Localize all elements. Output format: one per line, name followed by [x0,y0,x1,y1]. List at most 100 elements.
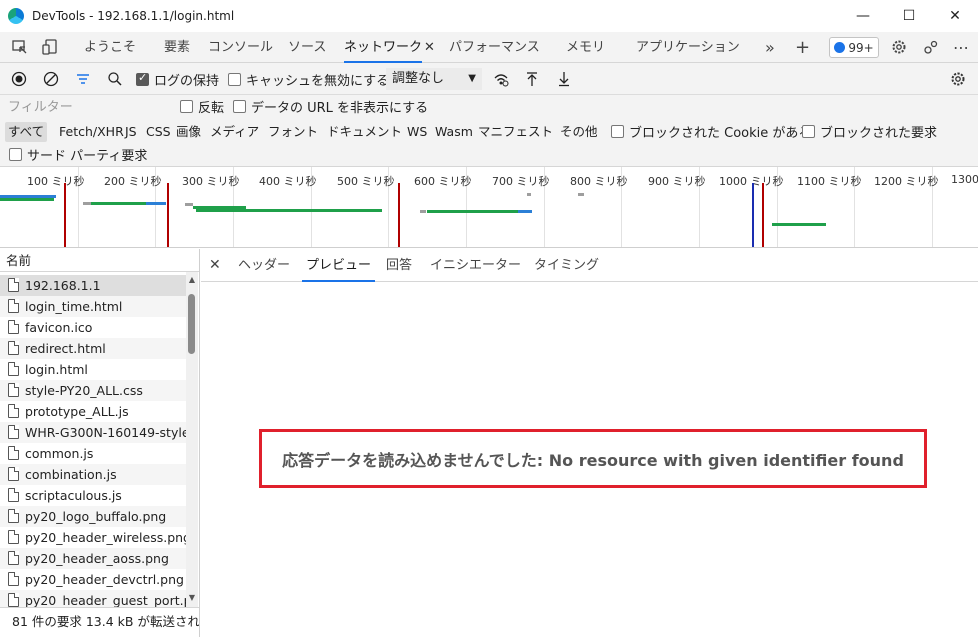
request-name: py20_header_devctrl.png [25,572,184,587]
export-har-icon[interactable] [554,69,574,89]
timeline-tick-label: 1200 ミリ秒 [874,175,939,188]
settings-gear-icon[interactable] [889,38,909,56]
request-row[interactable]: login.html [0,359,186,380]
tab-console[interactable]: コンソール [208,32,273,63]
tab-preview[interactable]: プレビュー [301,249,376,282]
type-filter-other[interactable]: その他 [557,122,601,142]
close-window-button[interactable]: ✕ [932,0,978,32]
tab-network[interactable]: ネットワーク [344,32,423,63]
timeline-tick-label: 800 ミリ秒 [570,175,628,188]
request-row[interactable]: py20_header_wireless.png [0,527,186,548]
minimize-button[interactable]: — [840,0,886,32]
preserve-log-checkbox[interactable]: ログの保持 [136,63,219,95]
devtools-tab-bar: ようこそ 要素 コンソール ソース ネットワーク ✕ パフォーマンス メモリ ア… [0,32,978,63]
request-row[interactable]: 192.168.1.1 [0,275,186,296]
timeline-request-bar [518,210,532,213]
timeline-tick-label: 900 ミリ秒 [648,175,706,188]
type-filter-ws[interactable]: WS [404,122,430,142]
third-party-label: サード パーティ要求 [27,148,148,164]
maximize-button[interactable]: ☐ [886,0,932,32]
tab-headers[interactable]: ヘッダー [238,249,290,282]
request-name: redirect.html [25,341,106,356]
document-file-icon [8,572,19,586]
request-row[interactable]: style-PY20_ALL.css [0,380,186,401]
checkbox-checked-icon [136,71,149,86]
document-file-icon [8,383,19,397]
tab-initiator[interactable]: イニシエーター [430,249,521,282]
record-icon[interactable] [9,69,29,89]
document-file-icon [8,320,19,334]
summary-text: 81 件の要求 13.4 kB が転送されま [12,614,200,629]
type-filter-manifest[interactable]: マニフェスト [475,122,556,142]
blocked-cookies-checkbox[interactable]: ブロックされた Cookie がある [611,120,811,142]
add-tab-icon[interactable]: + [795,32,810,63]
tab-memory[interactable]: メモリ [566,32,605,63]
type-filter-wasm[interactable]: Wasm [432,122,476,142]
issues-icon [834,42,846,53]
clear-icon[interactable] [41,69,61,89]
tab-welcome[interactable]: ようこそ [84,32,136,63]
request-row[interactable]: combination.js [0,464,186,485]
type-filter-img[interactable]: 画像 [173,122,204,142]
request-row[interactable]: common.js [0,443,186,464]
tab-timing[interactable]: タイミング [534,249,599,282]
third-party-checkbox[interactable]: サード パーティ要求 [9,143,147,165]
tab-application[interactable]: アプリケーション [636,32,740,63]
request-row[interactable]: favicon.ico [0,317,186,338]
scrollbar-thumb[interactable] [188,294,195,354]
request-name: login.html [25,362,88,377]
blocked-requests-checkbox[interactable]: ブロックされた要求 [802,120,937,142]
type-filter-media[interactable]: メディア [207,122,262,142]
load-event-marker [64,183,66,247]
tab-sources[interactable]: ソース [288,32,326,63]
import-har-icon[interactable] [522,69,542,89]
tab-elements[interactable]: 要素 [164,32,190,63]
request-name: combination.js [25,467,117,482]
scroll-down-arrow-icon[interactable]: ▼ [186,592,198,604]
request-row[interactable]: py20_header_guest_port.png [0,590,186,607]
request-row[interactable]: redirect.html [0,338,186,359]
device-emulation-icon[interactable] [40,38,60,56]
invert-checkbox[interactable]: 反転 [180,95,224,117]
request-row[interactable]: scriptaculous.js [0,485,186,506]
issues-badge[interactable]: 99+ [829,37,879,58]
hide-data-urls-checkbox[interactable]: データの URL を非表示にする [233,95,428,117]
tab-response[interactable]: 回答 [386,249,412,282]
network-overview-timeline[interactable]: 100 ミリ秒 200 ミリ秒 300 ミリ秒 400 ミリ秒 500 ミリ秒 600 ミ… [0,167,978,248]
request-list-scrollbar[interactable]: ▲ ▼ [186,272,198,607]
checkbox-icon [180,99,193,113]
customize-devtools-icon[interactable] [921,38,941,56]
type-filter-doc[interactable]: ドキュメント [324,122,405,142]
request-row[interactable]: py20_logo_buffalo.png [0,506,186,527]
timeline-request-bar [772,223,826,226]
network-conditions-icon[interactable] [491,69,511,89]
throttling-select[interactable]: 調整なし ▼ [386,68,482,90]
more-tabs-icon[interactable]: » [765,32,775,63]
issues-count: 99+ [848,40,874,55]
request-row[interactable]: prototype_ALL.js [0,401,186,422]
tab-performance[interactable]: パフォーマンス [449,32,540,63]
scroll-up-arrow-icon[interactable]: ▲ [186,274,198,286]
request-row[interactable]: WHR-G300N-160149-style-EN [0,422,186,443]
document-file-icon [8,404,19,418]
filter-input[interactable] [3,97,171,117]
more-options-icon[interactable]: ⋯ [951,38,971,57]
close-network-tab-icon[interactable]: ✕ [424,32,435,63]
type-filter-css[interactable]: CSS [143,122,174,142]
request-row[interactable]: py20_header_devctrl.png [0,569,186,590]
request-row[interactable]: login_time.html [0,296,186,317]
type-filter-font[interactable]: フォント [265,122,321,142]
timeline-tick-label: 300 ミリ秒 [182,175,240,188]
type-filter-js[interactable]: JS [122,122,140,142]
type-filter-fetch-xhr[interactable]: Fetch/XHR [56,122,127,142]
name-column-header[interactable]: 名前 [0,249,199,272]
search-icon[interactable] [105,69,125,89]
close-detail-icon[interactable]: ✕ [209,249,221,282]
inspect-element-icon[interactable] [10,38,30,56]
network-settings-gear-icon[interactable] [948,69,968,89]
filter-icon[interactable] [73,69,93,89]
timeline-request-bar [527,193,531,196]
type-filter-all[interactable]: すべて [5,122,48,142]
request-row[interactable]: py20_header_aoss.png [0,548,186,569]
disable-cache-checkbox[interactable]: キャッシュを無効にする [228,63,389,95]
